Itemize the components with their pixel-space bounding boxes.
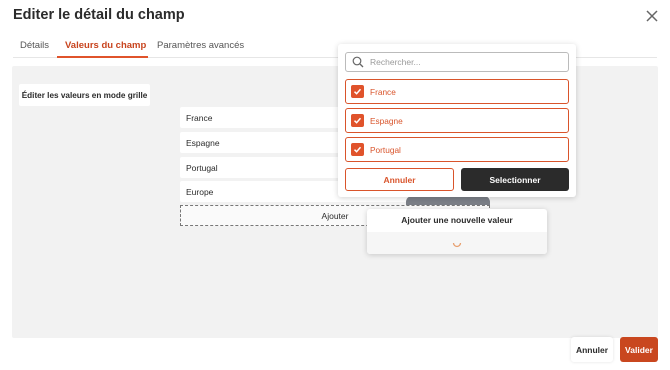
tab-details[interactable]: Détails <box>20 40 49 51</box>
active-tab-indicator <box>57 56 148 58</box>
dropdown-option-france[interactable]: France <box>345 79 569 104</box>
popover-title: Ajouter une nouvelle valeur <box>401 215 513 225</box>
row-tabs-strip <box>406 196 490 205</box>
edit-field-dialog: Editer le détail du champ Détails Valeur… <box>0 0 670 370</box>
option-label: Portugal <box>370 144 401 155</box>
checkbox-checked-icon[interactable] <box>351 143 364 156</box>
dropdown-option-espagne[interactable]: Espagne <box>345 108 569 133</box>
close-icon[interactable] <box>644 8 660 24</box>
dropdown-option-portugal[interactable]: Portugal <box>345 137 569 162</box>
validate-button[interactable]: Valider <box>620 337 658 362</box>
tab-advanced-settings[interactable]: Paramètres avancés <box>157 40 244 51</box>
option-label: Espagne <box>370 115 403 126</box>
dropdown-cancel-button[interactable]: Annuler <box>345 168 454 191</box>
checkbox-checked-icon[interactable] <box>351 114 364 127</box>
option-label: France <box>370 86 396 97</box>
dropdown-search[interactable] <box>345 52 569 72</box>
dropdown-select-button[interactable]: Selectionner <box>461 168 569 191</box>
spinner-icon <box>452 242 462 248</box>
tab-field-values[interactable]: Valeurs du champ <box>65 40 146 51</box>
checkbox-checked-icon[interactable] <box>351 85 364 98</box>
search-icon <box>352 56 364 68</box>
cancel-button[interactable]: Annuler <box>571 337 613 362</box>
search-input[interactable] <box>370 57 550 67</box>
grid-mode-button[interactable]: Éditer les valeurs en mode grille <box>19 84 150 106</box>
dialog-title: Editer le détail du champ <box>13 7 185 23</box>
